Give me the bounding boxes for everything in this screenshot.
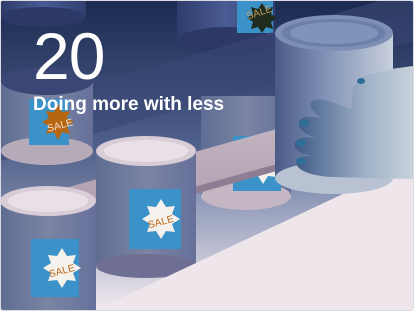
article-title[interactable]: Doing more with less [33, 93, 224, 117]
can-icon: SALE [96, 136, 196, 278]
can-icon: SALE [1, 186, 96, 310]
article-number: 20 [33, 19, 105, 93]
card-overlay: 20 Doing more with less [33, 23, 224, 117]
article-card[interactable]: SALE SALE SALE SALE 20 Doing more with l… [1, 1, 413, 310]
